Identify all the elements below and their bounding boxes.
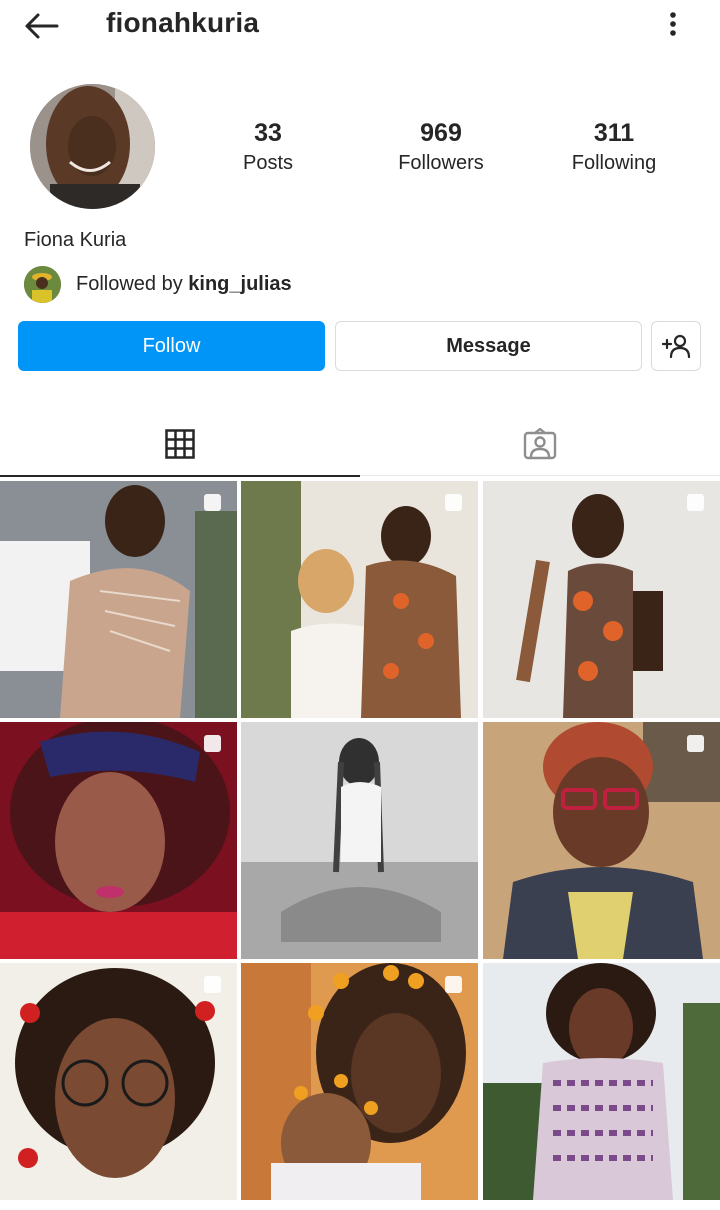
suggest-user-button[interactable] — [651, 321, 701, 371]
following-label: Following — [571, 152, 657, 174]
grid-post[interactable] — [0, 963, 237, 1200]
stat-followers[interactable]: 969 Followers — [376, 118, 506, 178]
profile-username: fionahkuria — [106, 7, 260, 38]
add-person-icon — [661, 334, 691, 358]
tagged-person-icon — [523, 428, 557, 460]
profile-avatar[interactable] — [30, 84, 155, 209]
carousel-icon — [687, 735, 704, 752]
message-button[interactable]: Message — [335, 321, 642, 371]
grid-post[interactable] — [241, 722, 478, 959]
grid-post[interactable] — [241, 481, 478, 718]
grid-post[interactable] — [483, 722, 720, 959]
grid-post[interactable] — [0, 722, 237, 959]
followers-count: 969 — [420, 119, 462, 147]
grid-icon — [165, 428, 195, 459]
tab-tagged[interactable] — [360, 412, 720, 476]
followed-by-user[interactable]: king_julias — [188, 273, 291, 295]
following-count: 311 — [593, 119, 635, 147]
carousel-icon — [204, 976, 221, 993]
posts-count: 33 — [254, 119, 282, 147]
carousel-icon — [445, 494, 462, 511]
carousel-icon — [687, 494, 704, 511]
top-bar: fionahkuria — [0, 0, 720, 50]
followed-by-text: Followed by king_julias — [76, 273, 292, 296]
carousel-icon — [204, 494, 221, 511]
more-options-button[interactable] — [656, 6, 690, 42]
arrow-left-icon — [25, 13, 59, 39]
stat-posts[interactable]: 33 Posts — [203, 118, 333, 178]
carousel-icon — [445, 976, 462, 993]
grid-post[interactable] — [483, 1204, 720, 1210]
more-vertical-icon — [670, 12, 676, 36]
follower-avatar — [24, 265, 61, 303]
carousel-icon — [204, 735, 221, 752]
grid-post[interactable] — [483, 963, 720, 1200]
grid-post[interactable] — [0, 481, 237, 718]
posts-label: Posts — [242, 152, 294, 174]
followed-by-row[interactable]: Followed by king_julias — [24, 265, 292, 303]
grid-post[interactable] — [0, 1204, 237, 1210]
grid-post[interactable] — [241, 963, 478, 1200]
stat-following[interactable]: 311 Following — [549, 118, 679, 178]
profile-tabs — [0, 412, 720, 477]
back-button[interactable] — [20, 8, 62, 44]
tab-posts-grid[interactable] — [0, 412, 360, 477]
profile-full-name: Fiona Kuria — [24, 229, 127, 251]
follow-button[interactable]: Follow — [18, 321, 325, 371]
grid-post[interactable] — [241, 1204, 478, 1210]
followers-label: Followers — [398, 152, 484, 174]
grid-post[interactable] — [483, 481, 720, 718]
followed-by-prefix: Followed by — [76, 272, 189, 295]
